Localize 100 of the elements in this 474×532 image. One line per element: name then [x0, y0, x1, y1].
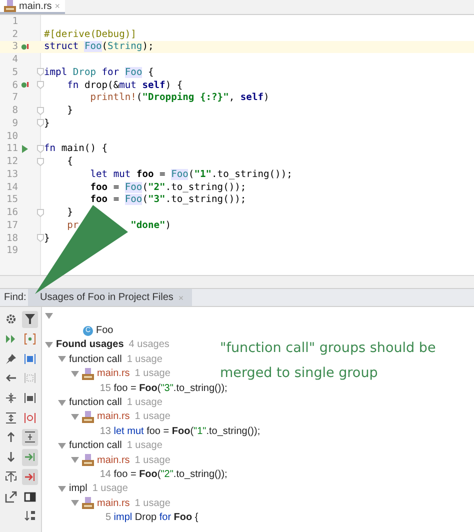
usage-count: 1 usage [126, 397, 162, 408]
implementation-marker-icon[interactable] [21, 81, 29, 90]
code-line: fn main() { [44, 143, 108, 154]
tree-toggle-icon[interactable] [71, 412, 79, 421]
fold-icon[interactable] [37, 234, 44, 242]
rerun-icon [5, 333, 17, 346]
find-tab[interactable]: Usages of Foo in Project Files × [28, 289, 192, 306]
line-number: 17 [5, 220, 18, 231]
collapse-all-icon [5, 412, 17, 424]
implementation-marker-icon[interactable] [21, 42, 29, 51]
fold-icon[interactable] [37, 158, 44, 166]
export-icon [5, 470, 17, 483]
code-line: let mut foo = Foo("1".to_string()); [89, 168, 292, 180]
fold-icon[interactable] [37, 208, 44, 217]
tree-item[interactable]: function call [69, 440, 122, 452]
line-number: 5 [11, 66, 18, 78]
tree-item[interactable]: Found usages [56, 339, 124, 350]
fold-icon[interactable] [37, 119, 44, 128]
line-number: 11 [5, 143, 18, 154]
tree-toggle-icon[interactable] [58, 398, 66, 407]
toolbar-button[interactable] [22, 429, 38, 446]
tree-item[interactable]: Foo [96, 325, 114, 336]
fold-icon[interactable] [37, 81, 44, 90]
fold-icon[interactable] [37, 144, 44, 153]
tree-item[interactable]: main.rs [97, 368, 130, 380]
fold-icon[interactable] [37, 106, 44, 115]
editor-tab[interactable]: main.rs × [0, 0, 66, 14]
line-number: 12 [5, 156, 18, 168]
method-icon [24, 412, 36, 424]
sort-icon [24, 510, 36, 522]
run-icon[interactable] [21, 144, 29, 153]
usage-line[interactable]: 14 foo = Foo("2".to_string()); [97, 468, 228, 480]
usage-count: 1 usage [126, 354, 162, 365]
rust-file-icon [82, 368, 94, 380]
tree-item[interactable]: impl [69, 483, 88, 494]
code-line: } [44, 118, 50, 129]
tree-toggle-icon[interactable] [58, 442, 66, 450]
line-number: 6 [11, 80, 18, 91]
tree-item[interactable]: main.rs [97, 411, 130, 422]
code-line: foo = Foo("3".to_string()); [89, 194, 246, 206]
tree-toggle-icon[interactable] [58, 484, 66, 493]
line-number: 14 [5, 182, 18, 193]
code-line: } [44, 232, 50, 244]
usage-count: 1 usage [134, 454, 170, 466]
usage-count: 1 usage [134, 368, 170, 380]
rust-file-icon [82, 410, 94, 423]
settings-icon [5, 313, 17, 326]
bracket-icon [24, 333, 36, 346]
code-line: struct Foo(String); [44, 41, 154, 52]
up-arrow-icon [5, 431, 17, 444]
tree-toggle-icon[interactable] [58, 355, 66, 364]
line-number: 13 [5, 168, 18, 180]
down-arrow-icon [5, 451, 17, 464]
tree-item[interactable]: main.rs [97, 498, 130, 509]
line-number: 9 [11, 118, 18, 129]
preview-panel-icon [24, 490, 36, 503]
tree-toggle-icon[interactable] [45, 340, 53, 349]
usage-line[interactable]: 5 impl Drop for Foo { [97, 512, 198, 524]
write-access-icon [24, 470, 36, 483]
tree-item[interactable]: function call [69, 354, 122, 365]
line-number: 2 [11, 28, 18, 40]
fold-icon[interactable] [37, 68, 44, 76]
annotation-text: "function call" groups should be merged to single group [220, 339, 437, 383]
line-number: 7 [11, 92, 18, 104]
line-number: 8 [11, 105, 18, 116]
popout-icon [5, 490, 17, 503]
filter-icon [24, 313, 36, 326]
tree-toggle-icon[interactable] [71, 499, 79, 508]
module-icon [24, 392, 36, 404]
code-line: } [66, 105, 73, 116]
line-number: 19 [5, 245, 18, 256]
line-number: 3 [11, 41, 18, 52]
line-number: 4 [11, 54, 18, 66]
line-number: 18 [5, 232, 18, 244]
dotted-square-icon [24, 372, 36, 384]
find-label: Find: [3, 291, 28, 305]
tree-toggle-icon[interactable] [45, 312, 53, 320]
usage-line[interactable]: 15 foo = Foo("3".to_string()); [97, 382, 228, 394]
usage-count: 1 usage [134, 498, 170, 509]
tree-item[interactable]: main.rs [97, 454, 130, 466]
line-number: 15 [5, 194, 18, 206]
rust-file-icon [4, 0, 16, 12]
pin-icon [5, 352, 17, 365]
line-number: 16 [5, 207, 18, 218]
tree-toggle-icon[interactable] [71, 456, 79, 464]
tree-item[interactable]: function call [69, 397, 122, 408]
usage-count: 1 usage [126, 440, 162, 452]
read-access-icon [24, 451, 36, 464]
usage-count: 1 usage [92, 483, 128, 494]
square-icon [24, 352, 36, 365]
usage-line[interactable]: 13 let mut foo = Foo("1".to_string()); [97, 426, 260, 437]
usage-count: 1 usage [134, 411, 170, 422]
code-line: } [66, 207, 73, 218]
expand-all-icon [5, 392, 17, 404]
toolbar-button[interactable] [22, 311, 38, 328]
rust-file-icon [82, 454, 94, 466]
code-line: println!("Dropping {:?}", self) [89, 92, 270, 104]
merge-icon [24, 431, 36, 444]
usage-count: 4 usages [128, 339, 170, 350]
tree-toggle-icon[interactable] [71, 370, 79, 378]
